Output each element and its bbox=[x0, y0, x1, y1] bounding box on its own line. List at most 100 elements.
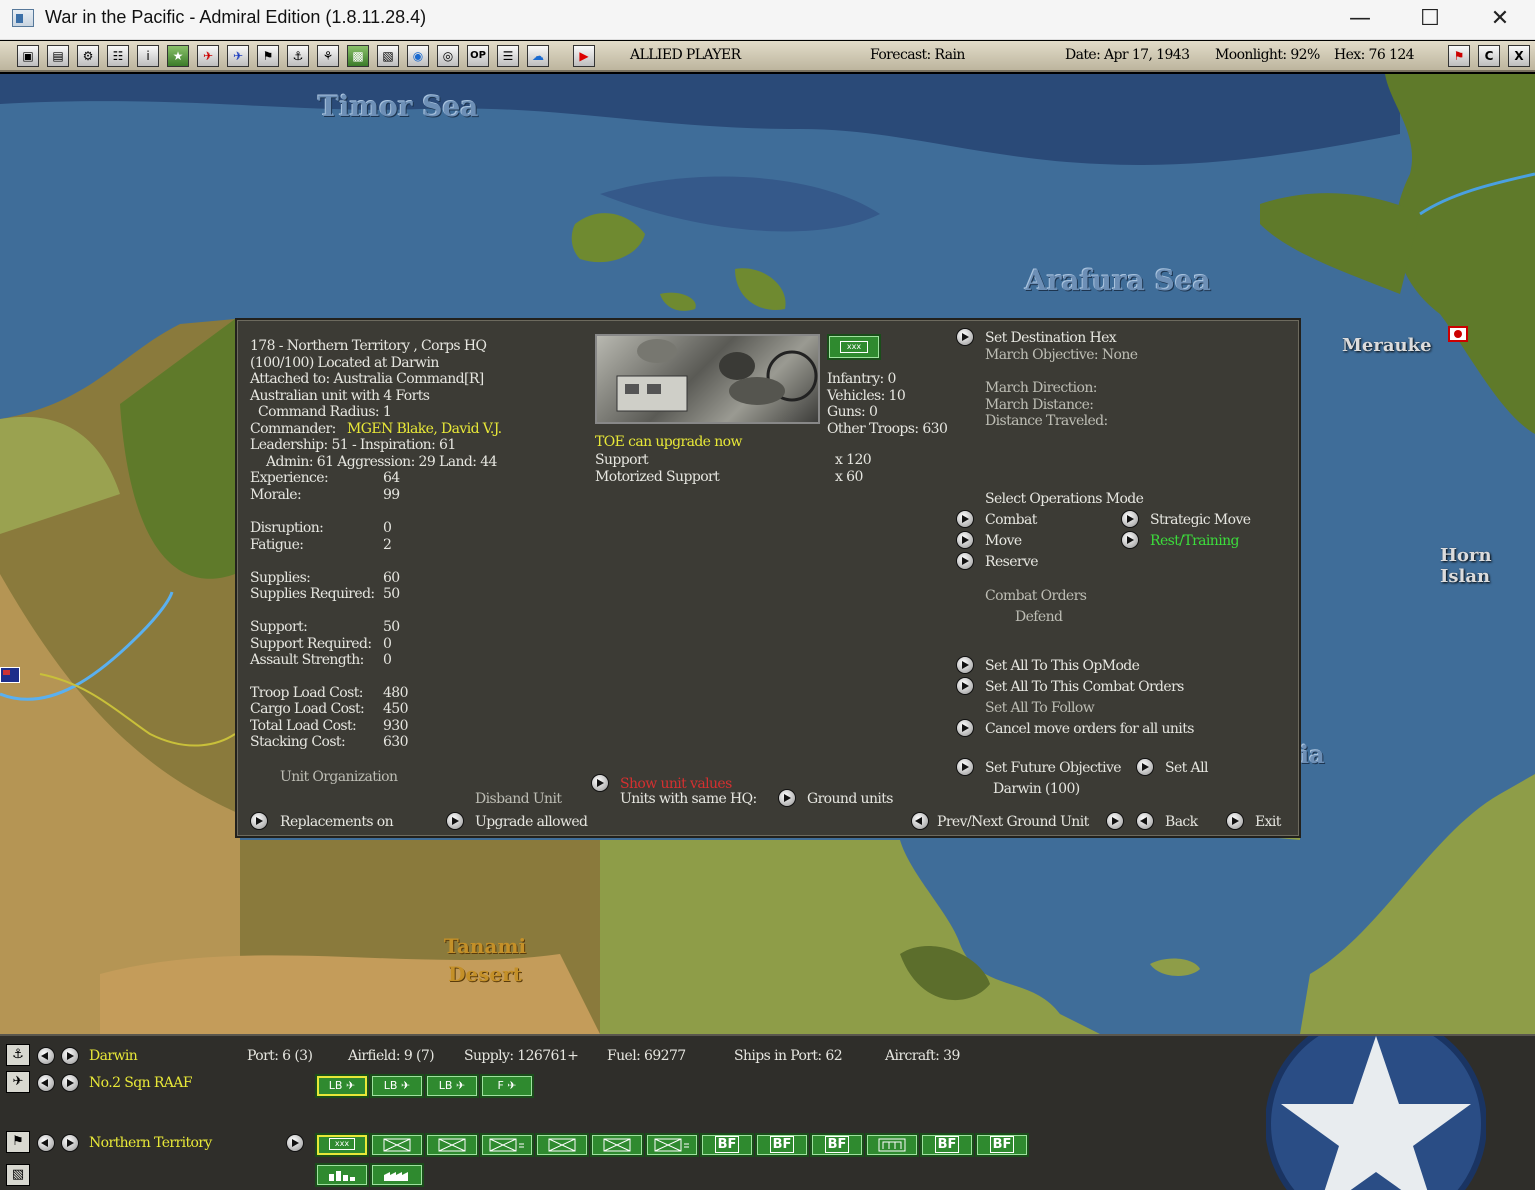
prev-unit-arrow-icon[interactable] bbox=[912, 813, 928, 829]
base-name[interactable]: Darwin bbox=[89, 1048, 138, 1064]
enemy-aircraft-icon[interactable]: ✈ bbox=[197, 45, 219, 67]
opmode-strategic-move[interactable]: Strategic Move bbox=[1150, 512, 1251, 528]
squadron-name[interactable]: No.2 Sqn RAAF bbox=[89, 1075, 193, 1091]
rest-arrow-icon[interactable] bbox=[1122, 532, 1138, 548]
commander-name-link[interactable]: MGEN Blake, David V.J. bbox=[347, 421, 502, 437]
set-all-combat-orders-button[interactable]: Set All To This Combat Orders bbox=[985, 679, 1184, 695]
exit-button[interactable]: Exit bbox=[1255, 814, 1281, 830]
ground-unit-base-force[interactable]: BF bbox=[755, 1133, 809, 1157]
opmode-reserve[interactable]: Reserve bbox=[985, 554, 1039, 570]
aircraft-icon[interactable]: ✈ bbox=[227, 45, 249, 67]
weather-icon[interactable]: ☁ bbox=[527, 45, 549, 67]
ground-unit-industry[interactable] bbox=[370, 1163, 424, 1187]
base-icon[interactable]: ▩ bbox=[347, 45, 369, 67]
star-icon[interactable]: ★ bbox=[167, 45, 189, 67]
next-ground-arrow-icon[interactable] bbox=[62, 1135, 78, 1151]
set-future-objective-button[interactable]: Set Future Objective bbox=[985, 760, 1122, 776]
globe-icon[interactable]: ◉ bbox=[407, 45, 429, 67]
convoy-icon[interactable]: ⚘ bbox=[317, 45, 339, 67]
ground-unit-infantry[interactable] bbox=[535, 1133, 589, 1157]
replacements-arrow-icon[interactable] bbox=[251, 813, 267, 829]
report-icon[interactable]: ▤ bbox=[47, 45, 69, 67]
ground-unit-infantry[interactable] bbox=[645, 1133, 699, 1157]
task-force-icon[interactable]: ☷ bbox=[107, 45, 129, 67]
set-all-opmode-arrow-icon[interactable] bbox=[957, 657, 973, 673]
list-icon[interactable]: ☰ bbox=[497, 45, 519, 67]
ground-unit-base-force[interactable]: BF bbox=[700, 1133, 754, 1157]
maximize-button[interactable]: ☐ bbox=[1395, 0, 1465, 40]
show-values-arrow-icon[interactable] bbox=[592, 775, 608, 791]
next-base-arrow-icon[interactable] bbox=[62, 1048, 78, 1064]
ground-units-button[interactable]: Ground units bbox=[807, 791, 893, 807]
air-unit-lb[interactable]: LB ✈ bbox=[370, 1074, 424, 1098]
reserve-arrow-icon[interactable] bbox=[957, 553, 973, 569]
factory-icon[interactable]: ▧ bbox=[6, 1164, 30, 1186]
ground-unit-infantry[interactable] bbox=[590, 1133, 644, 1157]
set-all-arrow-icon[interactable] bbox=[1137, 759, 1153, 775]
allied-base-icon[interactable] bbox=[0, 667, 20, 683]
ground-unit-construction[interactable] bbox=[315, 1163, 369, 1187]
ground-unit-base-force[interactable]: BF bbox=[920, 1133, 974, 1157]
ground-units-arrow-icon[interactable] bbox=[779, 790, 795, 806]
exit-arrow-icon[interactable] bbox=[1227, 813, 1243, 829]
opmode-rest-training[interactable]: Rest/Training bbox=[1150, 533, 1239, 549]
set-all-opmode-button[interactable]: Set All To This OpMode bbox=[985, 658, 1140, 674]
strategic-arrow-icon[interactable] bbox=[1122, 511, 1138, 527]
future-objective-arrow-icon[interactable] bbox=[957, 759, 973, 775]
back-button[interactable]: Back bbox=[1165, 814, 1198, 830]
airplane-icon[interactable]: ✈ bbox=[6, 1071, 30, 1093]
set-destination-button[interactable]: Set Destination Hex bbox=[985, 330, 1117, 346]
flag-icon[interactable]: ⚑ bbox=[6, 1131, 30, 1153]
target-icon[interactable]: ◎ bbox=[437, 45, 459, 67]
air-unit-f[interactable]: F ✈ bbox=[480, 1074, 534, 1098]
x-button[interactable]: X bbox=[1508, 45, 1530, 67]
upgrade-arrow-icon[interactable] bbox=[447, 813, 463, 829]
save-icon[interactable]: ▣ bbox=[17, 45, 39, 67]
ground-unit-hq[interactable]: xxx bbox=[315, 1133, 369, 1157]
replacements-toggle[interactable]: Replacements on bbox=[280, 814, 394, 830]
air-unit-lb[interactable]: LB ✈ bbox=[425, 1074, 479, 1098]
ship-list-icon[interactable]: ⚙ bbox=[77, 45, 99, 67]
info-icon[interactable]: i bbox=[137, 45, 159, 67]
opmode-move[interactable]: Move bbox=[985, 533, 1022, 549]
prev-base-arrow-icon[interactable] bbox=[38, 1048, 54, 1064]
end-turn-icon[interactable]: ▶ bbox=[573, 45, 595, 67]
flag-red-icon[interactable]: ⚑ bbox=[1448, 45, 1470, 67]
set-destination-arrow-icon[interactable] bbox=[957, 329, 973, 345]
set-all-combat-arrow-icon[interactable] bbox=[957, 678, 973, 694]
upgrade-toggle[interactable]: Upgrade allowed bbox=[475, 814, 588, 830]
opmode-combat[interactable]: Combat bbox=[985, 512, 1037, 528]
combat-arrow-icon[interactable] bbox=[957, 511, 973, 527]
unit-organization-button[interactable]: Unit Organization bbox=[280, 769, 398, 785]
set-all-follow-button[interactable]: Set All To Follow bbox=[985, 700, 1095, 716]
next-squadron-arrow-icon[interactable] bbox=[62, 1075, 78, 1091]
next-unit-arrow-icon[interactable] bbox=[1107, 813, 1123, 829]
air-unit-lb[interactable]: LB ✈ bbox=[315, 1074, 369, 1098]
move-arrow-icon[interactable] bbox=[957, 532, 973, 548]
c-button[interactable]: C bbox=[1478, 45, 1500, 67]
minimize-button[interactable]: — bbox=[1325, 0, 1395, 40]
ground-unit-infantry[interactable] bbox=[370, 1133, 424, 1157]
factory-icon[interactable]: ▧ bbox=[377, 45, 399, 67]
cancel-move-orders-button[interactable]: Cancel move orders for all units bbox=[985, 721, 1194, 737]
set-all-button[interactable]: Set All bbox=[1165, 760, 1208, 776]
ship-icon[interactable]: ⚓ bbox=[287, 45, 309, 67]
ground-unit-base-force[interactable]: BF bbox=[975, 1133, 1029, 1157]
back-arrow-icon[interactable] bbox=[1137, 813, 1153, 829]
op-icon[interactable]: OP bbox=[467, 45, 489, 67]
ground-unit-name[interactable]: Northern Territory bbox=[89, 1135, 212, 1151]
ground-unit-infantry[interactable] bbox=[425, 1133, 479, 1157]
ground-list-arrow-icon[interactable] bbox=[287, 1135, 303, 1151]
prev-squadron-arrow-icon[interactable] bbox=[38, 1075, 54, 1091]
japanese-base-icon[interactable] bbox=[1448, 326, 1468, 342]
disband-unit-button[interactable]: Disband Unit bbox=[475, 791, 562, 807]
ground-unit-base-force[interactable]: BF bbox=[810, 1133, 864, 1157]
anchor-icon[interactable]: ⚓ bbox=[6, 1044, 30, 1066]
ground-unit-infantry[interactable] bbox=[480, 1133, 534, 1157]
show-unit-values-button[interactable]: Show unit values bbox=[620, 776, 732, 792]
ground-unit-fort[interactable] bbox=[865, 1133, 919, 1157]
flag-icon[interactable]: ⚑ bbox=[257, 45, 279, 67]
close-button[interactable]: ✕ bbox=[1465, 0, 1535, 40]
cancel-move-arrow-icon[interactable] bbox=[957, 720, 973, 736]
combat-order-defend[interactable]: Defend bbox=[1015, 609, 1063, 625]
